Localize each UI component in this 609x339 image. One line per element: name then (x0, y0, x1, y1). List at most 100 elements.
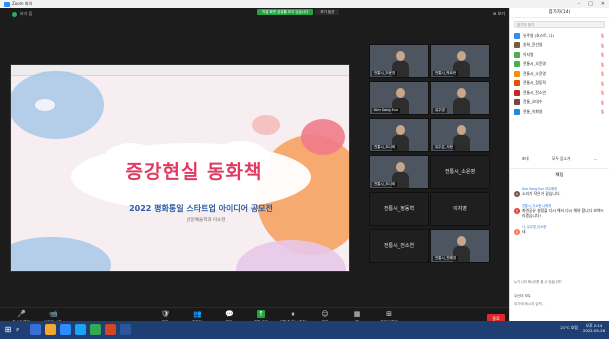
share-banner: 직접 화면 공유를 보고 있습니다 보기 옵션 (257, 9, 340, 15)
chat-message-row: 유네 (514, 229, 606, 236)
participant-list-name: 전통_이화영 (523, 108, 543, 114)
participant-list-item[interactable]: 전통시_오윤영 🎙 (510, 60, 609, 70)
zoom-logo-icon (4, 1, 10, 7)
shield-icon (12, 11, 17, 17)
maximize-icon[interactable]: □ (588, 1, 593, 7)
toolbar-icon: ⏸ (291, 310, 295, 318)
muted-mic-icon: 🎙 (599, 109, 605, 115)
muted-mic-icon: 🎙 (599, 90, 605, 96)
system-tray: 21°C 흐림 오후 2:14 2022-05-26 (560, 323, 605, 333)
invite-button[interactable]: 초대 (522, 156, 529, 162)
chat-text: 소리가 작은거 같습니다. (522, 191, 561, 196)
participant-list-name: 이지영 (523, 51, 534, 57)
clock[interactable]: 오후 2:14 2022-05-26 (583, 323, 605, 333)
participant-tile[interactable]: 유주영 (430, 81, 490, 115)
toolbar-icon: ▦ (353, 310, 361, 318)
participant-tile[interactable]: 전통시_전소연 (369, 229, 429, 263)
search-icon[interactable]: ⌕ (16, 326, 19, 334)
word-icon[interactable] (120, 324, 131, 335)
toolbar-icon: 🛡 (161, 310, 170, 318)
chat-messages: Kim Sang Eun 모두에게 K 소리가 작은거 같습니다. 전통시_이소현 나… (514, 186, 606, 241)
toolbar-icon: 💬 (225, 310, 234, 318)
zoom-app: Zoom 회의 – □ ✕ 보기 옵 직접 화면 공유를 보고 있습니다 보기 … (0, 0, 609, 339)
muted-mic-icon: 🎙 (599, 71, 605, 77)
participant-tile[interactable]: 전통시_박요한 (430, 44, 490, 78)
participant-list-item[interactable]: 전통시_소윤영 🎙 (510, 69, 609, 79)
participant-list-name: 전통시_전소연 (523, 89, 546, 95)
toolbar-icon: ⊞ (386, 310, 392, 318)
participant-name: 전통시_정동혁 (383, 206, 415, 212)
participant-tile[interactable]: 이지영 (430, 192, 490, 226)
participant-tile[interactable]: 전통시_소윤영 (430, 155, 490, 189)
toolbar-icon: ↑ (257, 310, 265, 318)
slide-subtitle: 2022 평화통일 스타트업 아이디어 공모전 (129, 204, 273, 213)
participant-video (453, 125, 470, 151)
weather-widget[interactable]: 21°C 흐림 (560, 325, 578, 331)
windows-taskbar: ⊞ ⌕ 21°C 흐림 오후 2:14 2022-05-26 (0, 321, 609, 339)
minimize-icon[interactable]: – (578, 1, 581, 7)
avatar (514, 32, 520, 39)
participant-tile[interactable]: 전통시_오나희 (369, 155, 429, 189)
toolbar-icon: 📹 (49, 310, 58, 318)
participant-search-input[interactable]: 참가자 찾기 (514, 21, 605, 28)
participant-tile[interactable]: 전통시_전해영 (430, 229, 490, 263)
participant-list-item[interactable]: 전통_이화영 🎙 (510, 107, 609, 117)
avatar (514, 89, 520, 96)
meeting-info[interactable]: 보기 옵 (12, 11, 32, 17)
avatar (514, 61, 520, 68)
meeting-area: 보기 옵 직접 화면 공유를 보고 있습니다 보기 옵션 ⊞ 보기 증강현실 동… (0, 8, 509, 329)
slide-title: 증강현실 동화책 (125, 161, 263, 183)
avatar (514, 99, 520, 106)
participant-actions: 초대 모두 음소거 ... (510, 156, 609, 162)
chat-message: 전통시_이소현 나에게 전 화면공유 설정을 다시 해서 다시 해야 합니다 보여드… (514, 203, 606, 218)
taskbar-apps (30, 324, 131, 335)
participant-tile[interactable]: 전통시_오윤영 (369, 44, 429, 78)
shared-screen: 증강현실 동화책 2022 평화통일 스타트업 아이디어 공모전 산문예술학과 … (10, 64, 350, 272)
participant-list-name: 전통_오대수 (523, 99, 543, 105)
close-icon[interactable]: ✕ (601, 1, 605, 7)
avatar: 유 (514, 229, 520, 236)
participants-title: 참가자(14) (510, 8, 609, 18)
powerpoint-icon[interactable] (105, 324, 116, 335)
participant-list-item[interactable]: 유주영 (호스트, 나) 🎙 (510, 31, 609, 41)
avatar: K (514, 191, 520, 197)
chat-recipient-select[interactable]: 수신자: 모두 (514, 293, 531, 298)
participant-list-name: 전통시_소윤영 (523, 70, 546, 76)
chrome-icon[interactable] (90, 324, 101, 335)
view-options-button[interactable]: 보기 옵션 (315, 9, 340, 15)
participant-tile[interactable]: 전통시_오나희 (369, 118, 429, 152)
zoom-icon[interactable] (60, 324, 71, 335)
folder-icon[interactable] (45, 324, 56, 335)
chat-title: 채팅 (510, 168, 609, 178)
participant-name: 유주영 (433, 108, 447, 113)
window-title: Zoom 회의 (12, 1, 33, 6)
participant-list-item[interactable]: 송희_윤선영 🎙 (510, 41, 609, 51)
chat-input[interactable] (514, 300, 606, 308)
participant-list-item[interactable]: 이지영 🎙 (510, 50, 609, 60)
more-options-button[interactable]: ... (594, 156, 598, 162)
muted-mic-icon: 🎙 (599, 80, 605, 86)
participant-tile[interactable]: 유주은_서현 (430, 118, 490, 152)
avatar (514, 51, 520, 58)
windows-start-icon[interactable]: ⊞ (3, 325, 13, 335)
avatar (514, 70, 520, 77)
participant-list: 유주영 (호스트, 나) 🎙 송희_윤선영 🎙 이지영 🎙 전통시_오윤영 🎙 전통시_소윤영 🎙… (510, 31, 609, 117)
muted-mic-icon: 🎙 (599, 33, 605, 39)
participant-list-item[interactable]: 전통시_전소연 🎙 (510, 88, 609, 98)
avatar (514, 108, 520, 115)
participant-name: 전통시_전소연 (383, 243, 415, 249)
participant-tile[interactable]: Kim Sang Eun (369, 81, 429, 115)
toolbar-icon: 🎤 (17, 310, 26, 318)
participant-name: 전통시_오윤영 (372, 71, 398, 76)
participant-list-item[interactable]: 전통_오대수 🎙 (510, 98, 609, 108)
participant-tile[interactable]: 전통시_정동혁 (369, 192, 429, 226)
taskbar-app-icon[interactable] (30, 324, 41, 335)
participant-video (453, 88, 470, 114)
mute-all-button[interactable]: 모두 음소거 (552, 156, 571, 162)
view-button[interactable]: ⊞ 보기 (493, 11, 505, 17)
chat-notice: 누가 나의 메시지를 볼 수 있습니까? (514, 280, 562, 284)
browser-icon[interactable] (75, 324, 86, 335)
participant-list-item[interactable]: 전통시_정동혁 🎙 (510, 79, 609, 89)
participant-list-name: 전통시_오윤영 (523, 61, 546, 67)
participant-list-name: 유주영 (호스트, 나) (523, 32, 555, 38)
